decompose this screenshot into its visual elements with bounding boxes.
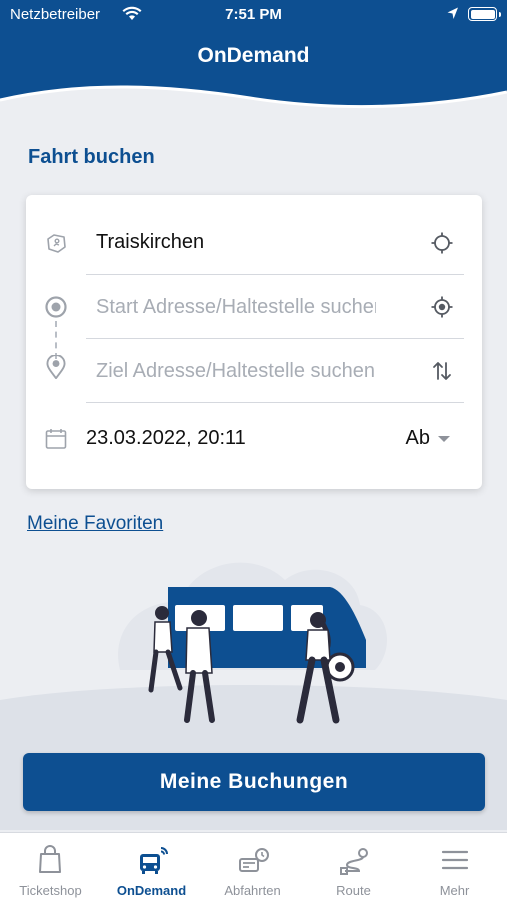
- destination-address-input[interactable]: [96, 355, 376, 387]
- region-row[interactable]: Traiskirchen: [26, 211, 482, 275]
- tab-label: Mehr: [439, 883, 470, 898]
- booking-card: Traiskirchen Start Adresse/Haltestelle s…: [26, 195, 482, 489]
- route-icon: [340, 848, 368, 875]
- bus-icon: [140, 847, 168, 874]
- tab-label: OnDemand: [116, 883, 187, 898]
- start-point-icon: [45, 296, 67, 318]
- destination-pin-icon: [46, 355, 66, 379]
- tab-abfahrten[interactable]: Abfahrten: [202, 833, 303, 900]
- start-row: [26, 275, 482, 339]
- calendar-icon: [45, 429, 67, 449]
- locate-icon[interactable]: [430, 231, 454, 255]
- current-location-icon[interactable]: [430, 295, 454, 319]
- header-wave: [0, 85, 507, 120]
- region-map-icon: [47, 234, 66, 253]
- status-time: 7:51 PM: [225, 6, 282, 23]
- battery-icon: [468, 7, 501, 21]
- tab-mehr[interactable]: Mehr: [404, 833, 505, 900]
- page-title: OnDemand: [197, 44, 310, 67]
- chevron-down-icon[interactable]: [432, 427, 456, 451]
- tab-label: Route: [336, 883, 371, 898]
- tab-route[interactable]: Route: [303, 833, 404, 900]
- tab-label: Ticketshop: [19, 883, 82, 898]
- tab-ondemand[interactable]: OnDemand: [101, 833, 202, 900]
- tab-label: Abfahrten: [224, 883, 281, 898]
- start-address-input[interactable]: [96, 291, 376, 323]
- region-name: Traiskirchen: [96, 231, 205, 253]
- destination-row: [26, 339, 482, 403]
- time-mode-select[interactable]: Ab: [406, 427, 430, 450]
- booking-heading: Fahrt buchen: [28, 146, 155, 168]
- datetime-value: 23.03.2022, 20:11: [86, 427, 246, 449]
- app-header: Netzbetreiber 7:51 PM OnDemand: [0, 0, 507, 120]
- datetime-row[interactable]: 23.03.2022, 20:11 Ab: [26, 407, 482, 471]
- menu-icon: [441, 850, 469, 870]
- status-bar: Netzbetreiber 7:51 PM: [0, 0, 507, 30]
- tab-bar: Ticketshop OnDemand Abfahrten Route Mehr: [0, 832, 507, 900]
- my-bookings-button[interactable]: Meine Buchungen: [23, 753, 485, 811]
- shopping-bag-icon: [39, 845, 61, 873]
- departures-icon: [239, 848, 269, 872]
- tab-ticketshop[interactable]: Ticketshop: [0, 833, 101, 900]
- swap-icon[interactable]: [430, 359, 454, 383]
- location-arrow-icon: [447, 7, 458, 19]
